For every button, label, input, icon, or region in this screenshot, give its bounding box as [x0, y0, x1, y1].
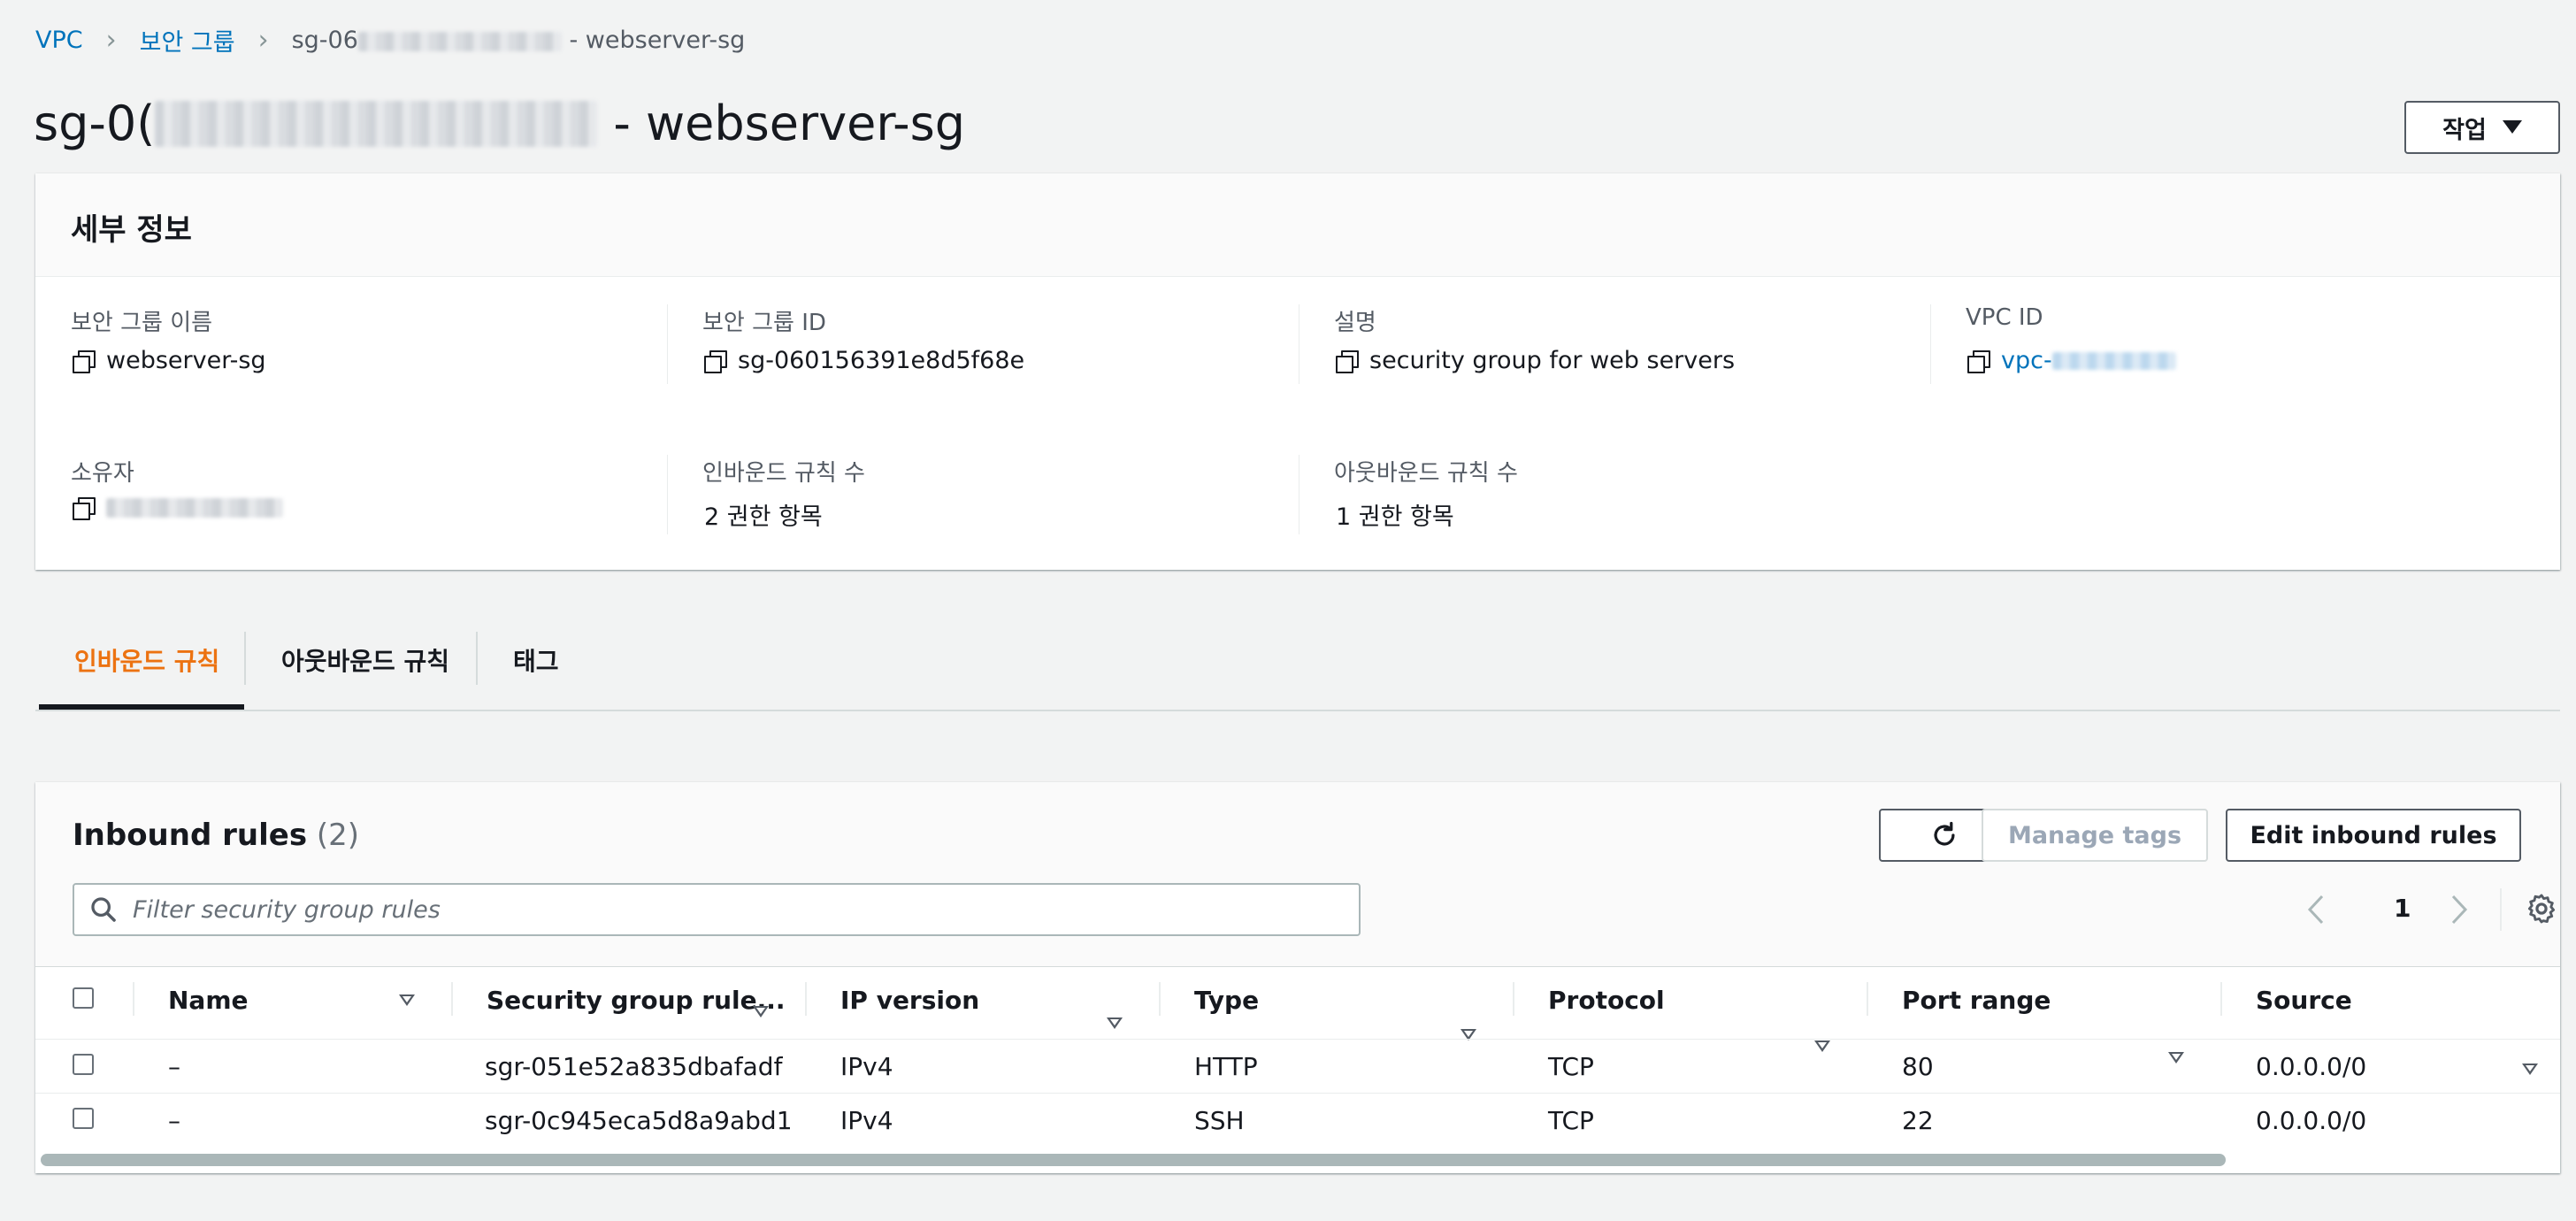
settings-gear-icon[interactable] [2525, 892, 2558, 925]
prev-page-icon[interactable] [2305, 894, 2327, 925]
description-value: security group for web servers [1336, 347, 1735, 374]
column-header-type[interactable]: Type [1194, 986, 1259, 1015]
cell-port-range: 80 [1902, 1052, 1934, 1081]
sort-icon[interactable] [1107, 1018, 1123, 1029]
redacted-id [155, 100, 598, 147]
rules-heading: Inbound rules (2) [73, 818, 360, 853]
refresh-icon [1934, 821, 1955, 846]
inbound-count-value: 2 권한 항목 [704, 503, 823, 531]
cell-source: 0.0.0.0/0 [2256, 1106, 2367, 1135]
column-header-protocol[interactable]: Protocol [1548, 986, 1665, 1015]
sort-icon[interactable] [399, 994, 415, 1006]
chevron-right-icon: › [257, 25, 269, 56]
cell-ip-version: IPv4 [840, 1052, 893, 1081]
table-row[interactable]: – sgr-0c945eca5d8a9abd1 IPv4 SSH TCP 22 … [35, 1094, 2560, 1147]
description-label: 설명 [1334, 310, 1376, 336]
copy-icon[interactable] [1336, 349, 1359, 373]
column-header-name[interactable]: Name [168, 986, 249, 1015]
cell-ip-version: IPv4 [840, 1106, 893, 1135]
details-header: 세부 정보 [71, 212, 192, 248]
sg-id-label: 보안 그룹 ID [702, 310, 826, 336]
actions-button[interactable]: 작업 [2404, 101, 2560, 154]
filter-input[interactable]: Filter security group rules [73, 883, 1361, 936]
breadcrumb-security-groups-link[interactable]: 보안 그룹 [140, 23, 235, 58]
tab-tags[interactable]: 태그 [513, 642, 559, 678]
copy-icon[interactable] [704, 349, 727, 373]
select-all-checkbox[interactable] [73, 987, 94, 1009]
column-header-source[interactable]: Source [2256, 986, 2352, 1015]
outbound-count-label: 아웃바운드 규칙 수 [1334, 460, 1518, 487]
filter-placeholder: Filter security group rules [133, 895, 441, 924]
cell-rule-id: sgr-0c945eca5d8a9abd1 [485, 1106, 793, 1135]
cell-name: – [168, 1106, 180, 1135]
details-panel: 세부 정보 보안 그룹 이름 webserver-sg 보안 그룹 ID sg-… [35, 173, 2560, 570]
redacted-account-id [106, 498, 283, 518]
cell-rule-id: sgr-051e52a835dbafadf [485, 1052, 783, 1081]
column-header-ip-version[interactable]: IP version [840, 986, 979, 1015]
cell-type: HTTP [1194, 1052, 1258, 1081]
cell-port-range: 22 [1902, 1106, 1934, 1135]
cell-protocol: TCP [1548, 1106, 1594, 1135]
horizontal-scrollbar[interactable] [41, 1154, 2226, 1166]
sort-icon[interactable] [753, 1006, 769, 1018]
inbound-count-label: 인바운드 규칙 수 [702, 460, 865, 487]
caret-down-icon [2502, 120, 2522, 134]
cell-name: – [168, 1052, 180, 1081]
edit-inbound-rules-button[interactable]: Edit inbound rules [2226, 809, 2521, 862]
vpc-id-value: vpc- [1967, 347, 2176, 374]
search-icon [91, 897, 116, 922]
copy-icon[interactable] [1967, 349, 1990, 373]
chevron-right-icon: › [105, 25, 117, 56]
redacted-id [2051, 351, 2176, 370]
column-header-rule-id[interactable]: Security group rule... [487, 986, 786, 1015]
column-header-port-range[interactable]: Port range [1902, 986, 2051, 1015]
redacted-id [357, 31, 562, 51]
next-page-icon[interactable] [2449, 894, 2470, 925]
sg-name-value: webserver-sg [73, 347, 266, 374]
row-checkbox[interactable] [73, 1108, 94, 1129]
cell-protocol: TCP [1548, 1052, 1594, 1081]
breadcrumb: VPC › 보안 그룹 › sg-06 - webserver-sg [35, 23, 745, 58]
inbound-rules-panel: Inbound rules (2) Manage tags Edit inbou… [35, 782, 2560, 1173]
cell-type: SSH [1194, 1106, 1245, 1135]
breadcrumb-current: sg-06 - webserver-sg [291, 27, 746, 54]
vpc-id-label: VPC ID [1966, 304, 2043, 331]
copy-icon[interactable] [73, 349, 96, 373]
cell-source: 0.0.0.0/0 [2256, 1052, 2367, 1081]
page-title: sg-0(- webserver-sg [34, 96, 966, 151]
sg-id-value: sg-060156391e8d5f68e [704, 347, 1024, 374]
tabs-baseline [35, 710, 2560, 711]
sg-name-label: 보안 그룹 이름 [71, 310, 213, 336]
outbound-count-value: 1 권한 항목 [1336, 503, 1454, 531]
tab-inbound-rules[interactable]: 인바운드 규칙 [74, 642, 219, 678]
table-row[interactable]: – sgr-051e52a835dbafadf IPv4 HTTP TCP 80… [35, 1040, 2560, 1093]
active-tab-indicator [39, 704, 244, 710]
breadcrumb-vpc-link[interactable]: VPC [35, 27, 83, 54]
owner-label: 소유자 [71, 460, 134, 487]
vpc-id-link[interactable]: vpc- [2001, 347, 2176, 374]
manage-tags-button[interactable]: Manage tags [1982, 809, 2208, 862]
page-number[interactable]: 1 [2394, 894, 2411, 923]
owner-value [73, 497, 283, 520]
row-checkbox[interactable] [73, 1054, 94, 1075]
copy-icon[interactable] [73, 497, 96, 520]
tab-outbound-rules[interactable]: 아웃바운드 규칙 [281, 642, 449, 678]
